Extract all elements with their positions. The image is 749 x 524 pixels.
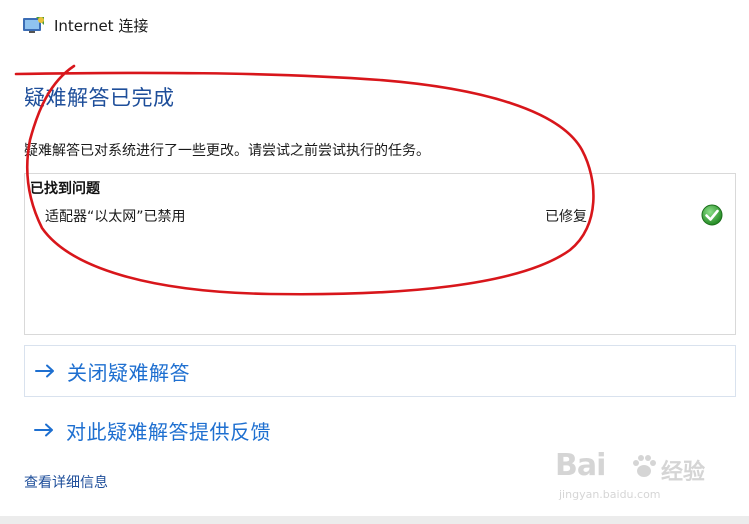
bottom-bar [0, 516, 749, 524]
page-title: 疑难解答已完成 [24, 86, 175, 110]
issue-name: 适配器“以太网”已禁用 [45, 209, 186, 225]
give-feedback-label: 对此疑难解答提供反馈 [66, 419, 271, 444]
window-header: Internet 连接 [22, 12, 148, 38]
issue-row: 适配器“以太网”已禁用 已修复 [25, 204, 735, 230]
green-check-icon [701, 204, 723, 226]
watermark-product: 经验 [661, 460, 706, 485]
window-title: Internet 连接 [54, 16, 149, 35]
watermark-domain: jingyan.baidu.com [559, 488, 661, 501]
arrow-right-icon [34, 423, 53, 437]
close-troubleshooter-label: 关闭疑难解答 [67, 360, 190, 385]
paw-logo-icon [633, 455, 656, 477]
view-details-link[interactable]: 查看详细信息 [24, 472, 108, 492]
issues-title: 已找到问题 [30, 181, 100, 197]
issue-status: 已修复 [545, 209, 587, 225]
baidu-watermark: Bai 经验 jingyan.baidu.com [555, 448, 715, 508]
watermark-brand: Bai [555, 448, 606, 483]
result-description: 疑难解答已对系统进行了一些更改。请尝试之前尝试执行的任务。 [24, 143, 430, 159]
arrow-right-icon [35, 364, 54, 378]
network-connection-icon [23, 17, 44, 33]
close-troubleshooter-button[interactable]: 关闭疑难解答 [24, 345, 736, 397]
issues-panel: 已找到问题 适配器“以太网”已禁用 已修复 [24, 173, 736, 335]
